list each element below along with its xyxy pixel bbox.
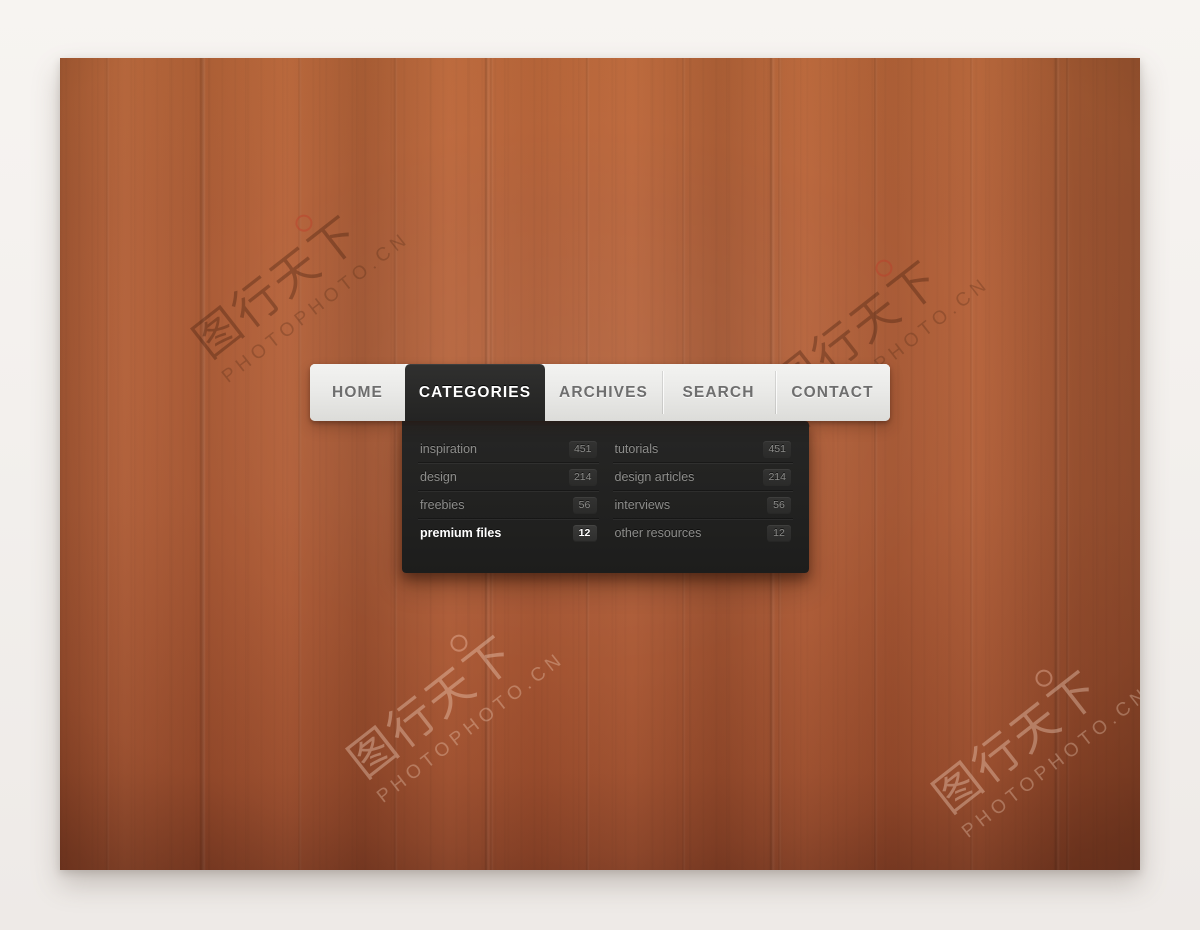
dropdown-item-label: tutorials [614,442,659,456]
dropdown-item-count-badge: 214 [763,469,791,485]
dropdown-item-count-badge: 12 [767,525,791,541]
dropdown-item-count-badge: 56 [572,497,597,513]
dropdown-item-count-badge: 451 [763,441,791,457]
dropdown-item[interactable]: design articles 214 [612,463,794,491]
dropdown-column-left: inspiration 451 design 214 freebies 56 premium… [418,435,599,547]
nav-tab-label: ARCHIVES [559,383,648,401]
tab-contact[interactable]: CONTACT [775,364,890,421]
dropdown-item-label: design [420,470,457,484]
dropdown-item-label: freebies [420,498,465,512]
dropdown-item[interactable]: interviews 56 [612,491,794,519]
dropdown-item[interactable]: inspiration 451 [418,435,599,463]
tab-search[interactable]: SEARCH [662,364,775,421]
page-stage: 图行天下 PHOTOPHOTO.CN 图行天下 PHOTOPHOTO.CN 图行天下 PH… [0,0,1200,930]
navigation-menu: HOME CATEGORIES ARCHIVES SEARCH CONTACT insp… [310,364,890,573]
nav-tab-bar: HOME CATEGORIES ARCHIVES SEARCH CONTACT [310,364,890,421]
dropdown-item[interactable]: other resources 12 [612,519,794,547]
nav-tab-label: SEARCH [682,383,755,401]
nav-tab-label: CONTACT [791,383,874,401]
dropdown-item[interactable]: freebies 56 [418,491,599,519]
tab-archives[interactable]: ARCHIVES [545,364,662,421]
tab-home[interactable]: HOME [310,364,405,421]
dropdown-column-right: tutorials 451 design articles 214 interviews… [612,435,794,547]
nav-tab-label: CATEGORIES [418,383,532,401]
categories-dropdown-panel: inspiration 451 design 214 freebies 56 premium… [402,421,809,573]
dropdown-item-count-badge: 56 [767,497,791,513]
dropdown-item-label: design articles [614,470,695,484]
dropdown-item-label: interviews [614,498,671,512]
dropdown-item-count-badge: 214 [568,469,597,485]
dropdown-item[interactable]: premium files 12 [418,519,599,547]
dropdown-item[interactable]: design 214 [418,463,599,491]
nav-tab-label: HOME [332,383,383,401]
dropdown-item-label: inspiration [420,442,477,456]
tab-categories[interactable]: CATEGORIES [405,364,545,421]
dropdown-item-label: other resources [614,526,702,540]
dropdown-item-count-badge: 451 [568,441,597,457]
dropdown-item-count-badge: 12 [572,525,597,541]
dropdown-item-label: premium files [420,526,502,540]
dropdown-item[interactable]: tutorials 451 [613,435,794,463]
